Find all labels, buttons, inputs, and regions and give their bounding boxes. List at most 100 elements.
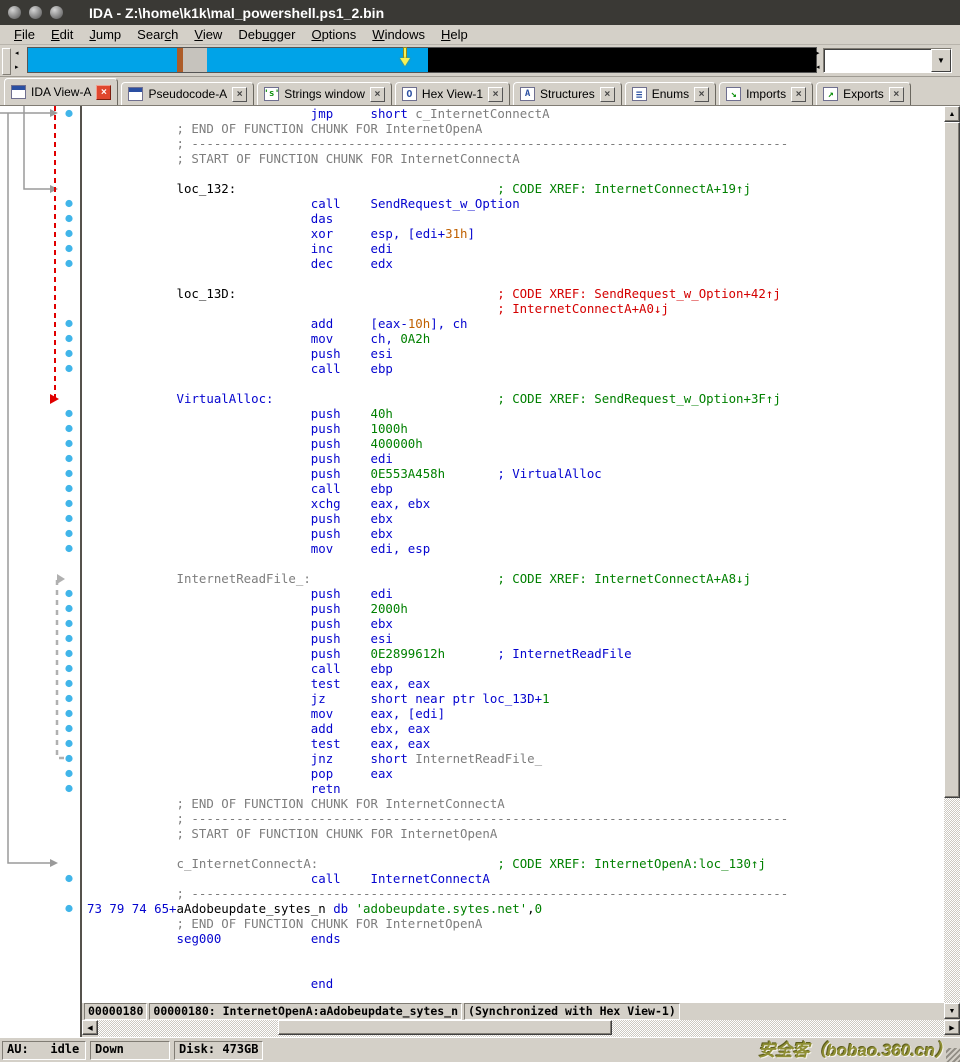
current-position-arrow[interactable] [400,47,410,67]
code-line[interactable]: ; --------------------------------------… [87,136,944,151]
menu-windows[interactable]: Windows [364,27,433,42]
horizontal-scroll-track[interactable] [98,1020,944,1037]
menu-help[interactable]: Help [433,27,476,42]
tab-pseudocode-a[interactable]: Pseudocode-A× [121,82,254,105]
menu-options[interactable]: Options [303,27,364,42]
menu-search[interactable]: Search [129,27,186,42]
tab-imports[interactable]: ↘Imports× [719,82,813,105]
code-line[interactable]: push ebx [87,616,944,631]
close-window-icon[interactable] [8,6,21,19]
code-line[interactable]: call SendRequest_w_Option [87,196,944,211]
code-line[interactable] [87,841,944,856]
code-line[interactable]: ; --------------------------------------… [87,886,944,901]
code-line[interactable]: 73 79 74 65+aAdobeupdate_sytes_n db 'ado… [87,901,944,916]
resize-grip[interactable] [946,1048,960,1062]
menu-debugger[interactable]: Debugger [230,27,303,42]
scroll-right-icon[interactable]: ▶ [944,1020,960,1035]
code-line[interactable]: push esi [87,346,944,361]
code-line[interactable]: push ebx [87,511,944,526]
code-line[interactable]: retn [87,781,944,796]
tab-hex-view-1[interactable]: OHex View-1× [395,82,510,105]
vertical-scrollbar[interactable]: ▲ [944,106,960,1003]
code-line[interactable]: c_InternetConnectA: ; CODE XREF: Interne… [87,856,944,871]
code-line[interactable]: dec edx [87,256,944,271]
code-line[interactable]: mov edi, esp [87,541,944,556]
maximize-window-icon[interactable] [50,6,63,19]
code-line[interactable]: jz short near ptr loc_13D+1 [87,691,944,706]
code-line[interactable]: das [87,211,944,226]
close-tab-icon[interactable]: × [600,87,615,102]
vertical-scroll-track[interactable] [944,122,960,1003]
code-line[interactable]: mov ch, 0A2h [87,331,944,346]
code-line[interactable]: mov eax, [edi] [87,706,944,721]
navband-segment-external-region[interactable] [428,48,816,72]
scroll-up-icon[interactable]: ▲ [944,106,960,122]
scroll-left-icon[interactable]: ◀ [82,1020,98,1035]
code-line[interactable]: call ebp [87,361,944,376]
code-line[interactable]: jnz short InternetReadFile_ [87,751,944,766]
horizontal-scroll-thumb[interactable] [278,1020,612,1035]
close-tab-icon[interactable]: × [889,87,904,102]
navband-segment-code-region-1[interactable] [28,48,177,72]
code-line[interactable]: pop eax [87,766,944,781]
code-line[interactable]: push ebx [87,526,944,541]
code-line[interactable] [87,166,944,181]
code-line[interactable]: ; --------------------------------------… [87,811,944,826]
code-line[interactable]: ; START OF FUNCTION CHUNK FOR InternetOp… [87,826,944,841]
horizontal-scrollbar[interactable]: ◀ ▶ [0,1020,960,1037]
code-line[interactable] [87,946,944,961]
code-line[interactable]: loc_13D: ; CODE XREF: SendRequest_w_Opti… [87,286,944,301]
code-line[interactable]: ; InternetConnectA+A0↓j [87,301,944,316]
code-line[interactable] [87,961,944,976]
code-line[interactable]: ; END OF FUNCTION CHUNK FOR InternetOpen… [87,916,944,931]
code-line[interactable]: xchg eax, ebx [87,496,944,511]
code-line[interactable]: ; END OF FUNCTION CHUNK FOR InternetOpen… [87,121,944,136]
code-line[interactable]: add ebx, eax [87,721,944,736]
close-tab-icon[interactable]: × [96,85,111,100]
tab-structures[interactable]: AStructures× [513,82,622,105]
code-line[interactable]: push edi [87,586,944,601]
code-view[interactable]: jmp short c_InternetConnectA ; END OF FU… [82,106,944,1003]
code-line[interactable]: add [eax-10h], ch [87,316,944,331]
minimize-window-icon[interactable] [29,6,42,19]
menu-view[interactable]: View [186,27,230,42]
close-tab-icon[interactable]: × [370,87,385,102]
navband-scroll-left-icons[interactable]: ◂▸ [15,49,25,73]
code-line[interactable]: inc edi [87,241,944,256]
vertical-scroll-thumb[interactable] [944,122,960,798]
code-line[interactable]: seg000 ends [87,931,944,946]
code-line[interactable] [87,556,944,571]
close-tab-icon[interactable]: × [694,87,709,102]
scroll-down-icon[interactable]: ▼ [944,1003,960,1019]
code-line[interactable]: push edi [87,451,944,466]
toolbar-grip-handle[interactable] [2,48,11,75]
combobox-value[interactable] [824,49,931,72]
code-line[interactable]: call ebp [87,661,944,676]
code-line[interactable]: end [87,976,944,991]
navband-segment-code-region-2[interactable] [207,48,428,72]
close-tab-icon[interactable]: × [232,87,247,102]
code-line[interactable]: xor esp, [edi+31h] [87,226,944,241]
navigation-band[interactable] [27,47,817,73]
code-line[interactable]: test eax, eax [87,736,944,751]
code-line[interactable] [87,376,944,391]
menu-jump[interactable]: Jump [81,27,129,42]
code-line[interactable]: push 1000h [87,421,944,436]
tab-exports[interactable]: ↗Exports× [816,82,911,105]
tab-enums[interactable]: ≡Enums× [625,82,716,105]
code-line[interactable]: VirtualAlloc: ; CODE XREF: SendRequest_w… [87,391,944,406]
code-line[interactable]: push esi [87,631,944,646]
close-tab-icon[interactable]: × [488,87,503,102]
code-line[interactable]: loc_132: ; CODE XREF: InternetConnectA+1… [87,181,944,196]
code-line[interactable]: test eax, eax [87,676,944,691]
code-line[interactable]: push 0E553A458h ; VirtualAlloc [87,466,944,481]
code-line[interactable]: jmp short c_InternetConnectA [87,106,944,121]
functions-combobox[interactable]: ▼ [823,48,952,73]
tab-strings-window[interactable]: 's'Strings window× [257,82,392,105]
menu-edit[interactable]: Edit [43,27,81,42]
code-line[interactable]: push 40h [87,406,944,421]
code-line[interactable]: push 400000h [87,436,944,451]
chevron-down-icon[interactable]: ▼ [931,49,951,72]
code-line[interactable]: call ebp [87,481,944,496]
menu-file[interactable]: File [6,27,43,42]
